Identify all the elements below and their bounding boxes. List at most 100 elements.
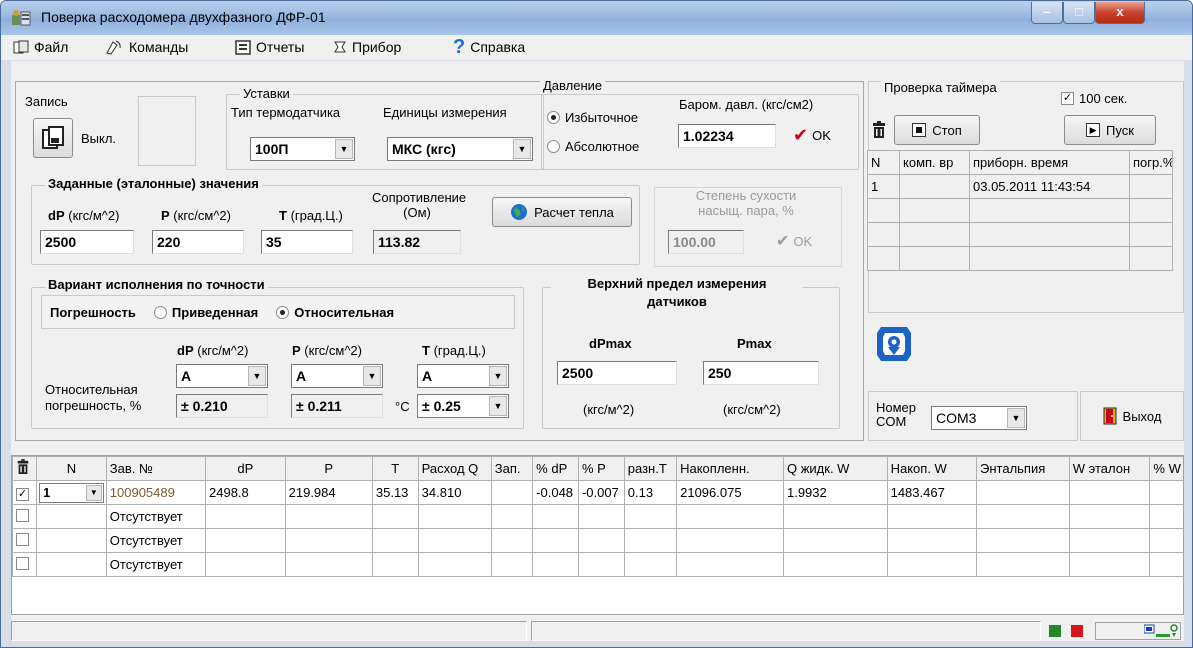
radio-relative: [276, 305, 290, 319]
acc-dp-label-b: dP: [177, 343, 194, 358]
baro-field[interactable]: 1.02234: [678, 124, 776, 148]
main-cell: [1149, 552, 1183, 577]
timer-table-header: N комп. вр приборн. время погр.%: [867, 150, 1173, 175]
main-cell: [1068, 480, 1151, 505]
main-cell: Отсутствует: [105, 528, 207, 553]
radio-absolute: [547, 140, 560, 153]
table-row[interactable]: Отсутствует: [12, 528, 1183, 553]
main-col-p: P: [284, 456, 373, 481]
menu-help[interactable]: ? Справка: [453, 36, 525, 58]
row-checkbox-cell[interactable]: [12, 504, 37, 529]
ref-dp-label: dP (кгс/м^2): [48, 208, 119, 223]
trash-icon: [17, 459, 29, 474]
table-row[interactable]: [867, 222, 1173, 247]
stop-icon: [912, 123, 927, 137]
timer-cell: [969, 198, 1130, 223]
main-cell: 0.13: [623, 480, 678, 505]
table-row[interactable]: [867, 198, 1173, 223]
main-col-dp: dP: [205, 456, 286, 481]
heat-calc-button[interactable]: Расчет тепла: [492, 197, 632, 227]
timer-cell: [867, 198, 900, 223]
menu-device[interactable]: Прибор: [333, 39, 401, 55]
status-red-indicator: [1071, 625, 1083, 637]
minimize-button[interactable]: ‒: [1031, 2, 1063, 24]
timer-cell: [867, 246, 900, 271]
main-cell: [886, 552, 978, 577]
table-row[interactable]: Отсутствует: [12, 504, 1183, 529]
units-select[interactable]: МКС (кгс) ▼: [387, 137, 533, 161]
sensor-type-select[interactable]: 100П ▼: [250, 137, 355, 161]
timer-cell: [1129, 198, 1173, 223]
chevron-down-icon: ▼: [489, 396, 507, 416]
upper-limit-legend-line2: датчиков: [647, 294, 707, 309]
dryness-field: 100.00: [668, 230, 744, 254]
timer-cell: [867, 222, 900, 247]
timer-start-button[interactable]: ▶ Пуск: [1064, 115, 1156, 145]
dryness-label-line2: насыщ. пара, %: [698, 203, 794, 218]
menu-commands[interactable]: Команды: [104, 39, 188, 55]
row-checkbox[interactable]: ✓: [16, 487, 29, 501]
main-cell: [577, 552, 625, 577]
error-relative-radio[interactable]: Относительная: [276, 305, 394, 320]
row-n-select[interactable]: 1 ▼: [35, 480, 107, 505]
window-title: Поверка расходомера двухфазного ДФР-01: [41, 9, 326, 25]
com-label-line2: COM: [876, 414, 907, 429]
error-reduced-radio[interactable]: Приведенная: [153, 305, 258, 320]
main-cell: [782, 528, 888, 553]
main-cell: [1149, 528, 1183, 553]
main-cell: 2498.8: [205, 480, 286, 505]
main-cell: [284, 504, 373, 529]
main-trash-cell[interactable]: [12, 456, 37, 481]
row-checkbox-cell[interactable]: [12, 552, 37, 577]
timer-stop-label: Стоп: [932, 122, 962, 138]
acc-t-class-select[interactable]: А ▼: [417, 364, 509, 388]
acc-dp-class-value: А: [181, 368, 192, 384]
timer-cell: [1129, 222, 1173, 247]
menu-file-label: Файл: [34, 39, 69, 55]
main-cell: 100905489: [105, 480, 207, 505]
timer-100s-label: 100 сек.: [1079, 91, 1128, 106]
acc-dp-class-select[interactable]: А ▼: [176, 364, 268, 388]
pressure-gauge-radio[interactable]: Избыточное: [547, 110, 638, 125]
timer-cell: [899, 198, 970, 223]
timer-cell: [1129, 174, 1173, 199]
row-checkbox-cell[interactable]: [12, 528, 37, 553]
acc-t-error-select[interactable]: ± 0.25 ▼: [417, 394, 509, 418]
main-col-rec: Зап.: [490, 456, 534, 481]
row-checkbox-cell[interactable]: ✓: [12, 480, 37, 505]
table-row[interactable]: [867, 246, 1173, 271]
timer-100s-checkbox[interactable]: ✓ 100 сек.: [1061, 91, 1127, 106]
close-button[interactable]: x: [1095, 2, 1145, 24]
timer-col-n: N: [867, 150, 900, 175]
com-port-select[interactable]: COM3 ▼: [931, 406, 1027, 430]
trash-icon[interactable]: [871, 121, 887, 142]
acc-p-class-value: А: [296, 368, 307, 384]
row-checkbox[interactable]: [16, 556, 29, 570]
menu-reports[interactable]: Отчеты: [235, 39, 304, 55]
maximize-button[interactable]: □: [1063, 2, 1095, 24]
pmax-field[interactable]: 250: [703, 361, 819, 385]
row-checkbox[interactable]: [16, 532, 29, 546]
pressure-absolute-radio[interactable]: Абсолютное: [547, 139, 639, 154]
acc-p-error: ± 0.211: [291, 394, 383, 418]
table-row[interactable]: 1 03.05.2011 11:43:54: [867, 174, 1173, 199]
exit-button[interactable]: Выход: [1080, 391, 1184, 441]
main-cell: [284, 552, 373, 577]
pressure-ok-button[interactable]: ✔ OK: [793, 126, 831, 144]
table-row[interactable]: ✓ 1 ▼ 100905489 2498.8 219.984 35.13 34.8…: [12, 480, 1183, 505]
record-button[interactable]: [33, 118, 73, 158]
main-cell: [577, 528, 625, 553]
ref-t-field[interactable]: 35: [261, 230, 353, 254]
help-icon: ?: [453, 36, 466, 58]
ref-dp-field[interactable]: 2500: [40, 230, 134, 254]
timer-stop-button[interactable]: Стоп: [894, 115, 980, 145]
main-cell: -0.048: [532, 480, 579, 505]
main-cell: [205, 528, 286, 553]
dpmax-field[interactable]: 2500: [557, 361, 677, 385]
ref-p-field[interactable]: 220: [152, 230, 244, 254]
acc-p-class-select[interactable]: А ▼: [291, 364, 383, 388]
row-checkbox[interactable]: [16, 508, 29, 522]
table-row[interactable]: Отсутствует: [12, 552, 1183, 577]
main-col-q-liquid: Q жидк. W: [782, 456, 888, 481]
menu-file[interactable]: Файл: [13, 39, 68, 55]
